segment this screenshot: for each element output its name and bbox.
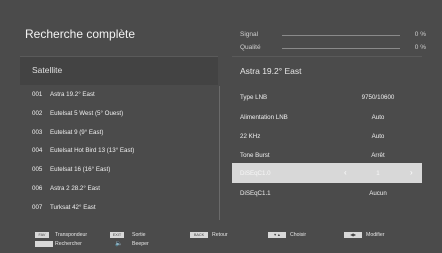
- up-down-key-icon: ▼▲: [268, 232, 286, 238]
- setting-label: 22 KHz: [240, 133, 261, 140]
- beeper-hint: Beeper: [132, 241, 149, 247]
- satellite-name: Astra 2 28.2° East: [50, 184, 100, 192]
- search-hint: Rechercher: [55, 241, 82, 247]
- satellite-number: 006: [32, 184, 43, 192]
- left-right-key-icon: ◀▶: [344, 232, 362, 238]
- setting-label: DiSEqC1.0: [240, 170, 271, 177]
- satellite-item[interactable]: 006 Astra 2 28.2° East: [20, 178, 218, 197]
- signal-label: Signal: [240, 31, 259, 38]
- quality-label: Qualité: [240, 44, 261, 51]
- satellite-number: 001: [32, 91, 43, 98]
- satellite-item[interactable]: 002 Eutelsat 5 West (5° Ouest): [20, 103, 218, 122]
- signal-value: 0 %: [414, 31, 426, 38]
- setting-row-lnb-type[interactable]: Type LNB 9750/10600: [232, 87, 422, 107]
- quality-bar: [282, 48, 400, 49]
- page-title: Recherche complète: [25, 27, 136, 41]
- setting-value: 9750/10600: [361, 94, 395, 101]
- search-key-icon: [35, 241, 53, 247]
- satellite-item[interactable]: 003 Eutelsat 9 (9° East): [20, 122, 218, 141]
- setting-row-diseqc10[interactable]: DiSEqC1.0 ‹ 1 ›: [232, 163, 422, 183]
- satellite-name: Turksat 42° East: [50, 203, 96, 211]
- choose-hint: Choisir: [290, 232, 307, 238]
- setting-label: DiSEqC1.1: [240, 190, 271, 197]
- setting-label: Tone Burst: [240, 152, 270, 159]
- satellite-list: 001 Astra 19.2° East 002 Eutelsat 5 West…: [20, 84, 218, 216]
- satellite-name: Astra 19.2° East: [50, 91, 95, 98]
- satellite-item[interactable]: 004 Eutelsat Hot Bird 13 (13° East): [20, 140, 218, 159]
- signal-bar: [282, 35, 400, 36]
- back-hint: Retour: [212, 232, 228, 238]
- selected-satellite-heading: Astra 19.2° East: [240, 66, 302, 76]
- modify-hint: Modifier: [366, 232, 385, 238]
- speaker-icon: 🔈: [115, 241, 123, 247]
- setting-value: 1: [376, 170, 380, 177]
- satellite-number: 002: [32, 109, 43, 117]
- back-key-icon: BACK: [190, 232, 208, 238]
- satellite-number: 003: [32, 128, 43, 136]
- setting-row-22khz[interactable]: 22 KHz Auto: [232, 126, 422, 146]
- fav-key-icon: FAV: [35, 232, 49, 238]
- chevron-right-icon[interactable]: ›: [410, 168, 413, 177]
- list-scrollbar[interactable]: [219, 86, 220, 220]
- satellite-settings-header: Astra 19.2° East: [232, 56, 422, 85]
- setting-row-lnb-power[interactable]: Alimentation LNB Auto: [232, 107, 422, 127]
- setting-value: Auto: [371, 133, 385, 140]
- setting-row-diseqc11[interactable]: DiSEqC1.1 Aucun: [232, 183, 422, 203]
- satellite-item[interactable]: 007 Turksat 42° East: [20, 197, 218, 216]
- quality-value: 0 %: [414, 44, 426, 51]
- exit-key-icon: EXIT: [110, 232, 124, 238]
- satellite-name: Eutelsat 9 (9° East): [50, 128, 104, 136]
- satellite-name: Eutelsat 5 West (5° Ouest): [50, 109, 124, 117]
- setting-value: Auto: [371, 114, 385, 121]
- footer-legend: FAV Transpondeur EXIT Sortie BACK Retour…: [0, 226, 442, 253]
- setting-value: Arrêt: [371, 152, 385, 159]
- transponder-hint: Transpondeur: [55, 232, 88, 238]
- satellite-item[interactable]: 001 Astra 19.2° East: [20, 84, 218, 103]
- satellite-name: Eutelsat Hot Bird 13 (13° East): [50, 147, 135, 155]
- exit-hint: Sortie: [132, 232, 146, 238]
- satellite-name: Eutelsat 16 (16° East): [50, 166, 111, 174]
- satellite-number: 005: [32, 166, 43, 174]
- setting-value: Aucun: [369, 190, 387, 197]
- setting-label: Alimentation LNB: [240, 114, 288, 121]
- satellite-number: 004: [32, 147, 43, 155]
- satellite-list-header: Satellite: [20, 56, 218, 85]
- setting-row-tone-burst[interactable]: Tone Burst Arrêt: [232, 145, 422, 165]
- satellite-heading: Satellite: [32, 65, 63, 75]
- satellite-item[interactable]: 005 Eutelsat 16 (16° East): [20, 159, 218, 178]
- satellite-number: 007: [32, 203, 43, 211]
- setting-label: Type LNB: [240, 94, 268, 101]
